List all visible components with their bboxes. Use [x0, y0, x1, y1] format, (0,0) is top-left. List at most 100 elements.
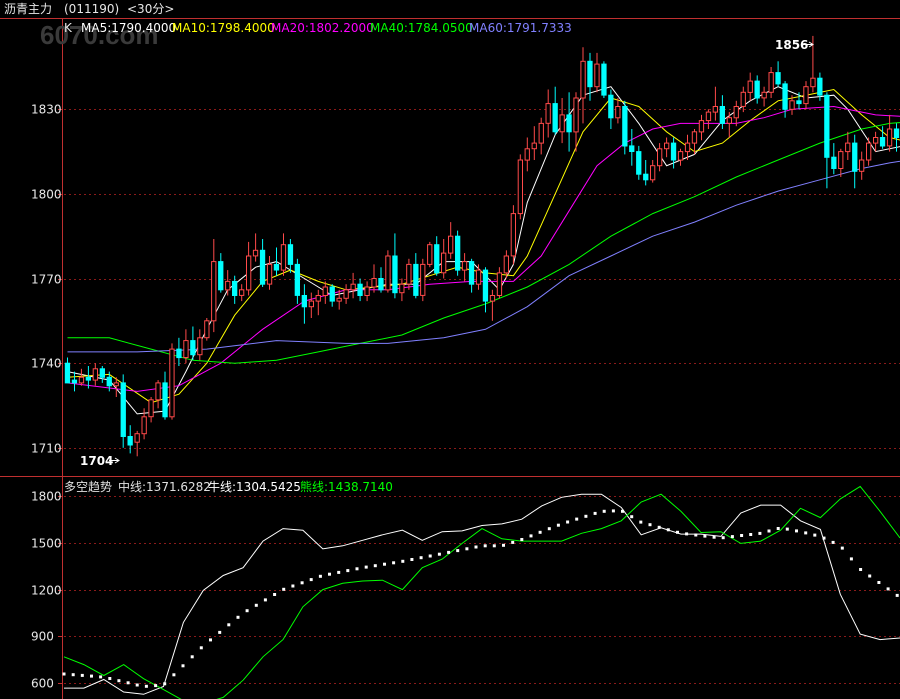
candle	[252, 233, 259, 262]
candle	[496, 267, 503, 299]
midline-dot	[90, 674, 93, 678]
midline-dot	[730, 535, 734, 539]
midline-dot	[849, 557, 853, 561]
midline-dot	[383, 562, 386, 566]
candle	[218, 253, 224, 293]
y-tick-label: 1800	[31, 188, 62, 202]
midline-dot	[685, 532, 689, 536]
midline-dot	[721, 536, 725, 540]
candle	[434, 236, 440, 276]
midline-dot	[758, 531, 762, 535]
midline-dot	[71, 673, 75, 677]
midline-dot	[547, 527, 551, 531]
candle	[712, 86, 719, 121]
midline-dot	[135, 683, 139, 687]
midline-dot	[80, 673, 84, 677]
candle	[531, 126, 537, 160]
midline-dot	[511, 540, 515, 544]
candle	[399, 278, 405, 302]
candle	[580, 47, 586, 124]
midline-dot	[245, 609, 249, 613]
candle	[197, 329, 203, 361]
candle	[601, 61, 607, 98]
indicator-gridlines	[64, 496, 900, 684]
midline-dot	[483, 544, 487, 548]
midline-dot	[502, 543, 505, 547]
candle	[775, 61, 781, 87]
candle	[315, 289, 321, 316]
y-tick-label: 600	[31, 677, 54, 691]
midline-dot	[492, 544, 496, 548]
candle	[259, 239, 266, 287]
candle	[336, 289, 342, 310]
midline-dot	[236, 615, 240, 619]
midline-dot	[648, 523, 652, 527]
y-tick-label: 1500	[31, 537, 62, 551]
midline-dot	[694, 533, 698, 537]
midline-dot	[410, 558, 414, 561]
midline-dot	[428, 554, 432, 558]
midline-dot	[154, 684, 158, 688]
midline-dot	[108, 677, 112, 680]
indicator-y-axis: 600 900 1200 1500 1800	[31, 490, 63, 691]
candle	[232, 275, 238, 304]
main-y-axis: 1710 1740 1770 1800 1830	[31, 103, 63, 456]
main-gridlines	[64, 109, 900, 449]
candle	[246, 241, 252, 296]
candle	[573, 92, 579, 152]
legend-midline: 中线:1371.6282	[118, 479, 211, 494]
candle	[211, 239, 217, 333]
candle	[406, 258, 412, 290]
midline-dot	[199, 646, 203, 650]
candle	[838, 148, 844, 177]
candle	[866, 137, 872, 166]
midline-dot	[831, 540, 835, 544]
low-annotation: 1704	[80, 454, 120, 468]
midline-dot	[355, 567, 359, 571]
candle	[650, 160, 656, 183]
midline-dot	[309, 578, 313, 582]
candle	[657, 143, 663, 172]
midline-dot	[456, 549, 460, 553]
legend-bull-line: 牛线:1304.5425	[208, 479, 301, 494]
candle	[552, 86, 558, 135]
midline-dot	[419, 556, 423, 560]
candle	[747, 72, 753, 101]
midline-dot	[474, 545, 478, 549]
candle	[594, 52, 600, 93]
candle	[468, 258, 475, 293]
midline-dot	[263, 598, 267, 602]
candle	[824, 92, 830, 189]
midline-dot	[209, 638, 212, 642]
moving-average-lines	[67, 86, 900, 415]
midline-dot	[556, 523, 560, 527]
indicator-bull-line	[64, 493, 900, 695]
y-tick-label: 1830	[31, 103, 62, 117]
midline-dot	[639, 520, 643, 524]
candle	[99, 366, 105, 383]
legend-ma60: MA60:1791.7333	[469, 21, 572, 35]
candle	[698, 114, 705, 141]
trend-indicator-lines	[62, 485, 900, 699]
midline-dot	[99, 675, 103, 679]
candle	[643, 160, 649, 186]
candle	[859, 151, 865, 180]
candle	[845, 131, 851, 160]
candle	[71, 371, 78, 392]
candle	[392, 233, 398, 299]
candle	[239, 284, 245, 302]
legend-ma5: MA5:1790.4000	[81, 21, 176, 35]
candle	[852, 134, 858, 189]
y-tick-label: 1710	[31, 442, 62, 456]
legend-ma20: MA20:1802.2000	[271, 21, 374, 35]
midline-dot	[703, 534, 707, 538]
candle	[622, 100, 628, 155]
candle	[78, 368, 85, 386]
candle	[719, 95, 726, 129]
candle	[705, 109, 712, 129]
midline-dot	[602, 509, 606, 513]
midline-dot	[401, 559, 405, 563]
midline-dot	[163, 682, 167, 686]
midline-dot	[328, 572, 331, 576]
candle	[169, 343, 175, 420]
